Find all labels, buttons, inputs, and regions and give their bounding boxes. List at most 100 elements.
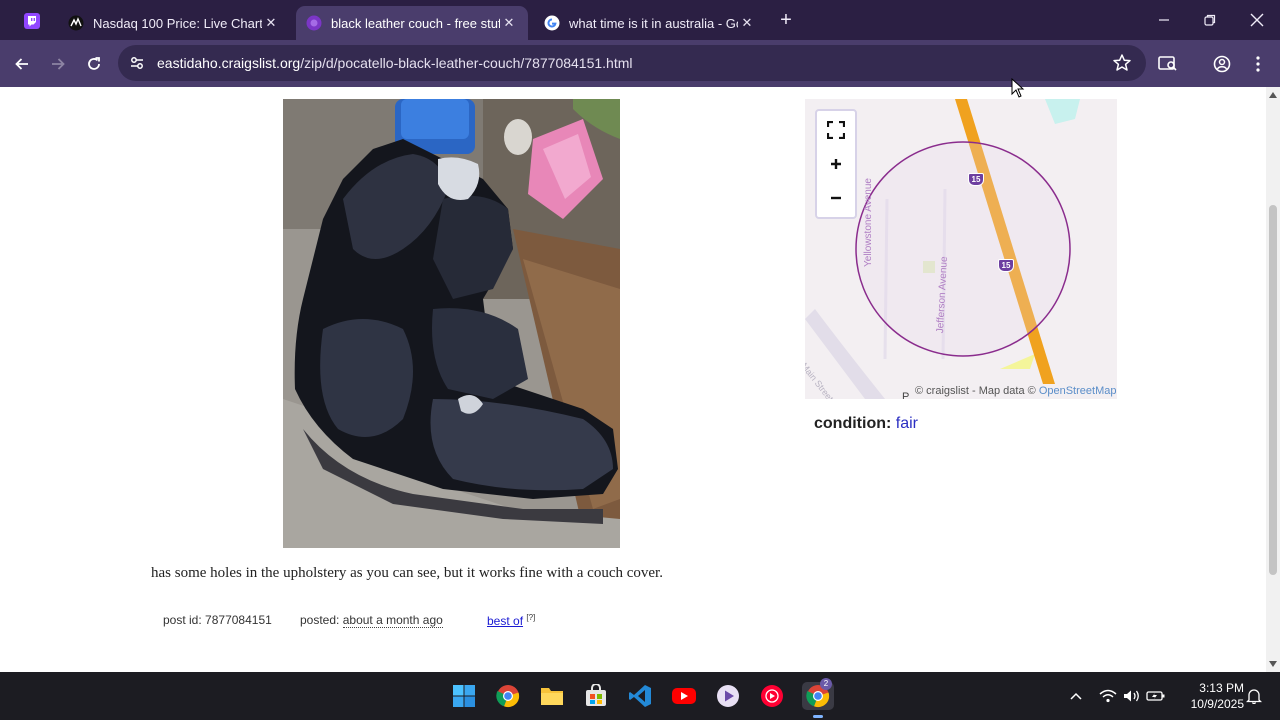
condition-attribute: condition: fair: [814, 415, 918, 433]
zoom-out-button[interactable]: [823, 185, 849, 211]
url-host: eastidaho.craigslist.org: [157, 55, 301, 71]
tab-title: Nasdaq 100 Price: Live Chart, Fo: [93, 15, 262, 31]
address-bar[interactable]: eastidaho.craigslist.org/zip/d/pocatello…: [118, 45, 1146, 81]
map-controls: [815, 109, 857, 219]
file-explorer-button[interactable]: [538, 682, 566, 710]
openstreetmap-link[interactable]: OpenStreetMap: [1039, 385, 1117, 397]
interstate-shield-icon: 15: [998, 259, 1014, 272]
street-label: Yellowstone Avenue: [863, 178, 874, 267]
posting-body: has some holes in the upholstery as you …: [151, 565, 663, 581]
interstate-shield-icon: 15: [968, 173, 984, 186]
profile-icon: [1213, 55, 1231, 73]
youtube-button[interactable]: [670, 682, 698, 710]
windows-taskbar: 2 3:13 PM 10/9/2025: [0, 672, 1280, 720]
system-clock[interactable]: 3:13 PM 10/9/2025: [1176, 680, 1244, 712]
tab-google[interactable]: what time is it in australia - Goo ✕: [534, 6, 766, 40]
new-tab-button[interactable]: +: [775, 9, 797, 31]
restore-icon: [1204, 14, 1216, 26]
chrome-icon: [496, 685, 520, 708]
url-path: /zip/d/pocatello-black-leather-couch/787…: [300, 55, 633, 71]
best-of-help-link[interactable]: [?]: [526, 613, 535, 622]
vscode-icon: [629, 685, 651, 707]
reload-icon: [88, 57, 100, 70]
reload-button[interactable]: [82, 52, 106, 76]
google-favicon: [544, 15, 560, 31]
back-button[interactable]: [10, 52, 34, 76]
store-icon: [586, 684, 606, 706]
twitch-tab[interactable]: [14, 8, 50, 34]
arrow-right-icon: [52, 58, 65, 70]
kebab-menu-icon: [1256, 56, 1260, 72]
page-scrollbar[interactable]: [1266, 87, 1280, 672]
bookmark-star-icon[interactable]: [1112, 53, 1132, 73]
media-player-button[interactable]: [714, 682, 742, 710]
close-tab-icon[interactable]: ✕: [500, 14, 518, 32]
youtube-music-icon: [761, 685, 783, 707]
restore-button[interactable]: [1198, 8, 1222, 32]
microsoft-store-button[interactable]: [582, 682, 610, 710]
vscode-button[interactable]: [626, 682, 654, 710]
fullscreen-button[interactable]: [823, 117, 849, 143]
nasdaq-favicon: [68, 15, 84, 31]
close-tab-icon[interactable]: ✕: [738, 14, 756, 32]
best-of-link[interactable]: best of: [487, 614, 523, 628]
approximate-location-circle: [855, 141, 1071, 357]
best-of: best of [?]: [487, 613, 535, 628]
chrome-taskbar-button[interactable]: [494, 682, 522, 710]
arrow-left-icon: [15, 58, 28, 70]
show-hidden-icons-button[interactable]: [1066, 686, 1086, 706]
close-icon: [1250, 13, 1264, 27]
minus-icon: [831, 196, 841, 200]
youtube-icon: [672, 688, 696, 704]
profile-button[interactable]: [1210, 52, 1234, 76]
condition-value-link[interactable]: fair: [896, 415, 918, 432]
close-tab-icon[interactable]: ✕: [262, 14, 280, 32]
chevron-up-icon: [1070, 692, 1082, 700]
page-content: Yellowstone Avenue Jefferson Avenue Main…: [0, 87, 1266, 672]
tab-nasdaq[interactable]: Nasdaq 100 Price: Live Chart, Fo ✕: [58, 6, 290, 40]
listing-photo[interactable]: [283, 99, 620, 548]
posted-value: about a month ago: [342, 613, 443, 628]
wifi-button[interactable]: [1098, 686, 1118, 706]
url-text[interactable]: eastidaho.craigslist.org/zip/d/pocatello…: [157, 55, 633, 71]
youtube-music-button[interactable]: [758, 682, 786, 710]
start-button[interactable]: [450, 682, 478, 710]
post-id: post id: 7877084151: [163, 613, 272, 627]
tab-craigslist[interactable]: black leather couch - free stuff ✕: [296, 6, 528, 40]
minimize-button[interactable]: [1152, 8, 1176, 32]
zoom-in-button[interactable]: [823, 151, 849, 177]
clock-time: 3:13 PM: [1199, 681, 1244, 695]
wifi-icon: [1099, 689, 1117, 703]
close-window-button[interactable]: [1245, 8, 1269, 32]
map-label-fragment: P: [902, 391, 910, 399]
location-map[interactable]: Yellowstone Avenue Jefferson Avenue Main…: [805, 99, 1117, 399]
battery-charging-icon: [1146, 691, 1165, 701]
clock-date: 10/9/2025: [1190, 697, 1244, 711]
map-attribution: © craigslist - Map data © OpenStreetMap: [915, 385, 1116, 397]
scrollbar-thumb[interactable]: [1269, 205, 1277, 575]
chrome-active-button[interactable]: 2: [802, 678, 834, 718]
tab-search-button[interactable]: [1156, 52, 1180, 76]
speaker-icon: [1124, 690, 1139, 702]
condition-label: condition:: [814, 415, 892, 432]
attribution-text: © craigslist - Map data ©: [915, 385, 1039, 397]
battery-button[interactable]: [1146, 686, 1166, 706]
site-settings-icon[interactable]: [128, 54, 146, 72]
craigslist-favicon: [306, 15, 322, 31]
tab-title: black leather couch - free stuff: [331, 15, 500, 31]
twitch-icon: [24, 13, 40, 29]
folder-icon: [541, 688, 563, 705]
scroll-down-arrow-icon[interactable]: [1269, 661, 1277, 667]
volume-button[interactable]: [1122, 686, 1142, 706]
posted-label: posted:: [300, 613, 340, 627]
forward-button[interactable]: [46, 52, 70, 76]
scroll-up-arrow-icon[interactable]: [1269, 92, 1277, 98]
notification-bell-icon: [1246, 689, 1262, 704]
tab-title: what time is it in australia - Goo: [569, 15, 738, 31]
notifications-button[interactable]: [1244, 686, 1264, 706]
menu-button[interactable]: [1246, 52, 1270, 76]
post-id-label: post id:: [163, 613, 202, 627]
fullscreen-icon: [827, 121, 845, 139]
active-indicator: [813, 715, 823, 718]
mouse-cursor-icon: [1011, 78, 1025, 98]
